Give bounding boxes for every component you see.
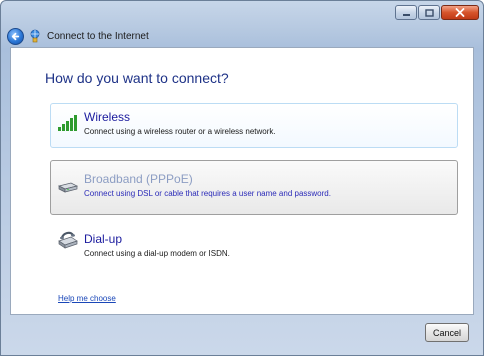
wireless-signal-icon: [58, 115, 77, 131]
option-wireless[interactable]: Wireless Connect using a wireless router…: [50, 103, 458, 148]
window-title: Connect to the Internet: [47, 31, 149, 42]
option-broadband-title: Broadband (PPPoE): [84, 172, 193, 186]
title-bar: Connect to the Internet: [1, 1, 483, 47]
cancel-button[interactable]: Cancel: [425, 323, 469, 342]
maximize-icon: [424, 8, 434, 17]
wizard-window: Connect to the Internet How do you want …: [0, 0, 484, 356]
back-button[interactable]: [7, 28, 24, 45]
close-button[interactable]: [441, 5, 479, 20]
option-wireless-title: Wireless: [84, 110, 131, 124]
dialup-modem-icon: [58, 231, 78, 249]
wizard-content: How do you want to connect? Wireless Con…: [10, 47, 474, 315]
option-wireless-description: Connect using a wireless router or a wir…: [84, 127, 276, 136]
option-dialup[interactable]: Dial-up Connect using a dial-up modem or…: [50, 225, 458, 265]
minimize-button[interactable]: [395, 5, 417, 20]
option-dialup-title: Dial-up: [84, 232, 123, 246]
option-broadband[interactable]: Broadband (PPPoE) Connect using DSL or c…: [50, 160, 458, 215]
minimize-icon: [402, 13, 410, 16]
page-heading: How do you want to connect?: [45, 70, 229, 86]
broadband-modem-icon: [57, 182, 79, 193]
network-wizard-icon: [30, 29, 40, 43]
caption-buttons: [395, 5, 479, 20]
close-icon: [455, 8, 465, 17]
back-arrow-icon: [11, 32, 20, 41]
maximize-button[interactable]: [418, 5, 440, 20]
option-broadband-description: Connect using DSL or cable that requires…: [84, 189, 331, 198]
option-dialup-description: Connect using a dial-up modem or ISDN.: [84, 249, 230, 258]
help-me-choose-link[interactable]: Help me choose: [58, 294, 116, 303]
